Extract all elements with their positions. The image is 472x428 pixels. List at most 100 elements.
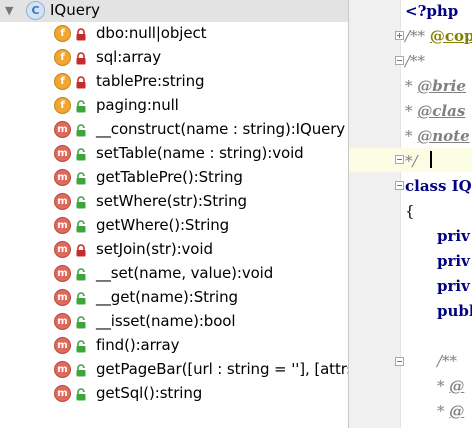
code-line-8: class IQ xyxy=(405,177,472,195)
private-lock-icon xyxy=(76,52,86,65)
method-item[interactable]: m setTable(name : string):void xyxy=(0,142,348,166)
field-item[interactable]: f paging:null xyxy=(0,94,348,118)
structure-panel: ▼ C IQuery f dbo:null|object f sql:array f ta… xyxy=(0,0,348,428)
class-name-label: IQuery xyxy=(50,1,101,19)
method-item[interactable]: m __get(name):String xyxy=(0,286,348,310)
text-caret xyxy=(430,151,432,168)
member-label: getPageBar([url : string = ''], [attrs : xyxy=(96,360,348,378)
code-line-9: { xyxy=(405,202,415,220)
code-line-12: priv xyxy=(437,277,470,295)
code-line-6: * @note xyxy=(405,125,470,149)
field-icon: f xyxy=(54,49,71,66)
member-label: getWhere():String xyxy=(96,216,230,234)
method-item[interactable]: m __isset(name):bool xyxy=(0,310,348,334)
field-icon: f xyxy=(54,73,71,90)
field-item[interactable]: f dbo:null|object xyxy=(0,22,348,46)
fold-collapse-icon[interactable] xyxy=(395,181,404,190)
member-label: setWhere(str):String xyxy=(96,192,247,210)
public-unlock-icon xyxy=(76,316,86,329)
comment-open: /** xyxy=(405,27,430,45)
member-label: __isset(name):bool xyxy=(96,312,236,330)
comment-star: * xyxy=(437,402,450,420)
field-icon: f xyxy=(54,97,71,114)
member-label: setTable(name : string):void xyxy=(96,144,304,162)
member-label: find():array xyxy=(96,336,180,354)
method-icon: m xyxy=(54,385,71,402)
doc-tag: @note xyxy=(417,127,470,145)
class-node-iquery[interactable]: ▼ C IQuery xyxy=(0,0,348,22)
public-unlock-icon xyxy=(76,340,86,353)
field-item[interactable]: f sql:array xyxy=(0,46,348,70)
comment-star: * xyxy=(437,377,450,395)
method-item[interactable]: m getPageBar([url : string = ''], [attrs … xyxy=(0,358,348,382)
code-line-17: * @ xyxy=(437,400,464,424)
code-line-2: /** @cop xyxy=(405,25,472,49)
member-label: __get(name):String xyxy=(96,288,238,306)
method-icon: m xyxy=(54,265,71,282)
code-editor[interactable]: <?php /** @cop /** * @brie * @clas * @no… xyxy=(349,0,472,428)
doc-tag: @brie xyxy=(417,77,466,95)
expand-arrow-icon[interactable]: ▼ xyxy=(5,4,13,17)
member-label: tablePre:string xyxy=(96,72,205,90)
fold-collapse-icon[interactable] xyxy=(395,155,404,164)
public-unlock-icon xyxy=(76,388,86,401)
method-icon: m xyxy=(54,169,71,186)
method-icon: m xyxy=(54,217,71,234)
public-unlock-icon xyxy=(76,364,86,377)
public-unlock-icon xyxy=(76,268,86,281)
code-line-11: priv xyxy=(437,252,470,270)
method-item[interactable]: m getWhere():String xyxy=(0,214,348,238)
doc-tag: @ xyxy=(449,377,465,395)
editor-gutter xyxy=(349,0,401,428)
member-label: dbo:null|object xyxy=(96,24,207,42)
code-line-1: <?php xyxy=(405,2,459,20)
member-label: sql:array xyxy=(96,48,161,66)
doc-tag: @ xyxy=(449,402,465,420)
member-label: getSql():string xyxy=(96,384,203,402)
field-icon: f xyxy=(54,25,71,42)
method-icon: m xyxy=(54,337,71,354)
code-line-10: priv xyxy=(437,227,470,245)
method-item[interactable]: m setJoin(str):void xyxy=(0,238,348,262)
public-unlock-icon xyxy=(76,196,86,209)
method-icon: m xyxy=(54,145,71,162)
public-unlock-icon xyxy=(76,172,86,185)
code-line-4: * @brie xyxy=(405,75,466,99)
member-label: getTablePre():String xyxy=(96,168,243,186)
public-unlock-icon xyxy=(76,148,86,161)
code-line-16: * @ xyxy=(437,375,464,399)
code-line-15: /** xyxy=(437,352,458,370)
member-label: __set(name, value):void xyxy=(96,264,274,282)
member-label: paging:null xyxy=(96,96,179,114)
private-lock-icon xyxy=(76,76,86,89)
method-icon: m xyxy=(54,241,71,258)
method-item[interactable]: m setWhere(str):String xyxy=(0,190,348,214)
comment-star: * xyxy=(405,77,418,95)
comment-star: * xyxy=(405,127,418,145)
class-icon: C xyxy=(26,1,45,20)
fold-collapse-icon[interactable] xyxy=(395,56,404,65)
code-line-3: /** xyxy=(405,52,426,70)
field-item[interactable]: f tablePre:string xyxy=(0,70,348,94)
method-item[interactable]: m __construct(name : string):IQuery xyxy=(0,118,348,142)
code-line-7: */ xyxy=(405,152,418,170)
fold-collapse-icon[interactable] xyxy=(395,357,404,366)
private-lock-icon xyxy=(76,244,86,257)
method-icon: m xyxy=(54,313,71,330)
code-line-5: * @clas xyxy=(405,100,465,124)
method-item[interactable]: m find():array xyxy=(0,334,348,358)
fold-expand-icon[interactable] xyxy=(395,31,404,40)
method-icon: m xyxy=(54,121,71,138)
code-line-13: publ xyxy=(437,302,472,320)
method-icon: m xyxy=(54,289,71,306)
method-item[interactable]: m getSql():string xyxy=(0,382,348,406)
method-icon: m xyxy=(54,361,71,378)
member-label: setJoin(str):void xyxy=(96,240,213,258)
method-icon: m xyxy=(54,193,71,210)
annotation-text: @cop xyxy=(429,27,472,45)
public-unlock-icon xyxy=(76,124,86,137)
public-unlock-icon xyxy=(76,100,86,113)
method-item[interactable]: m getTablePre():String xyxy=(0,166,348,190)
method-item[interactable]: m __set(name, value):void xyxy=(0,262,348,286)
comment-star: * xyxy=(405,102,418,120)
